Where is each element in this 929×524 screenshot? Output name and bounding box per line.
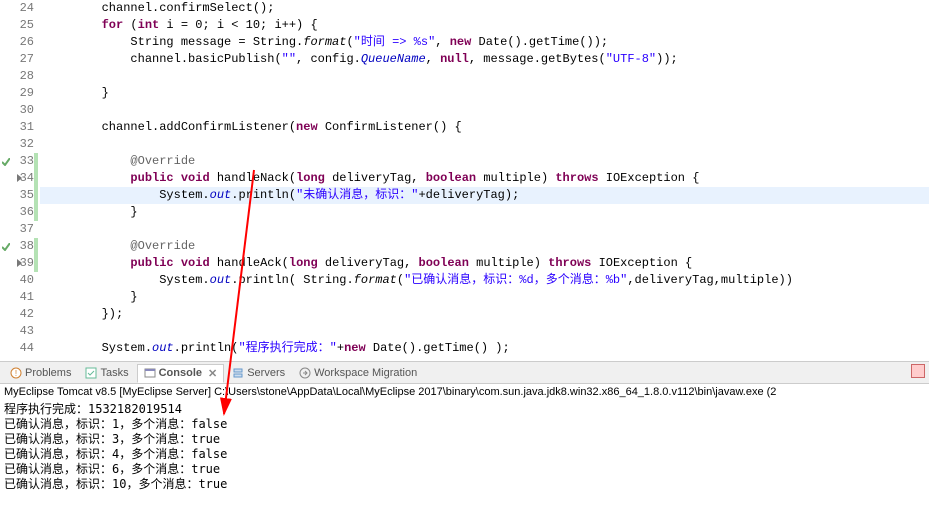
close-icon[interactable]: ✕ xyxy=(208,367,217,380)
line-number: 32 xyxy=(0,136,34,153)
code-line[interactable]: channel.basicPublish("", config.QueueNam… xyxy=(40,51,929,68)
code-line[interactable]: @Override xyxy=(40,153,929,170)
migration-icon xyxy=(299,367,311,379)
tab-label: Workspace Migration xyxy=(314,367,417,379)
code-line[interactable]: channel.addConfirmListener(new ConfirmLi… xyxy=(40,119,929,136)
code-line[interactable]: channel.confirmSelect(); xyxy=(40,0,929,17)
line-number: 44 xyxy=(0,340,34,357)
console-description: MyEclipse Tomcat v8.5 [MyEclipse Server]… xyxy=(0,384,929,400)
tab-label: Console xyxy=(159,367,202,379)
tab-tasks[interactable]: Tasks xyxy=(79,365,134,381)
line-number: 37 xyxy=(0,221,34,238)
line-number: 42 xyxy=(0,306,34,323)
code-line[interactable]: public void handleAck(long deliveryTag, … xyxy=(40,255,929,272)
tab-console[interactable]: Console ✕ xyxy=(137,364,225,383)
line-number: 28 xyxy=(0,68,34,85)
line-number: 30 xyxy=(0,102,34,119)
line-number: 39 xyxy=(0,255,34,272)
servers-icon xyxy=(232,367,244,379)
code-line[interactable]: System.out.println( String.format("已确认消息… xyxy=(40,272,929,289)
code-line[interactable]: @Override xyxy=(40,238,929,255)
svg-text:!: ! xyxy=(15,369,17,378)
code-line[interactable]: String message = String.format("时间 => %s… xyxy=(40,34,929,51)
code-line[interactable]: } xyxy=(40,204,929,221)
line-number: 25 xyxy=(0,17,34,34)
line-number: 41 xyxy=(0,289,34,306)
problems-icon: ! xyxy=(10,367,22,379)
code-line[interactable]: public void handleNack(long deliveryTag,… xyxy=(40,170,929,187)
code-line[interactable]: }); xyxy=(40,306,929,323)
code-line[interactable]: System.out.println("程序执行完成："+new Date().… xyxy=(40,340,929,357)
code-line[interactable]: for (int i = 0; i < 10; i++) { xyxy=(40,17,929,34)
line-number: 40 xyxy=(0,272,34,289)
line-number: 36 xyxy=(0,204,34,221)
code-line[interactable] xyxy=(40,221,929,238)
line-number: 24 xyxy=(0,0,34,17)
tab-label: Servers xyxy=(247,367,285,379)
bottom-tabs: ! Problems Tasks Console ✕ Servers Works… xyxy=(0,362,929,384)
terminate-button[interactable] xyxy=(911,364,925,378)
code-line[interactable] xyxy=(40,68,929,85)
line-number-gutter: 2425262728293031323334353637383940414243… xyxy=(0,0,40,357)
console-output[interactable]: 程序执行完成：1532182019514 已确认消息，标识：1，多个消息：fal… xyxy=(0,400,929,494)
console-icon xyxy=(144,367,156,379)
tab-label: Tasks xyxy=(100,367,128,379)
line-number: 38 xyxy=(0,238,34,255)
code-line[interactable]: } xyxy=(40,289,929,306)
line-number: 29 xyxy=(0,85,34,102)
code-line[interactable] xyxy=(40,102,929,119)
line-number: 27 xyxy=(0,51,34,68)
line-number: 33 xyxy=(0,153,34,170)
line-number: 34 xyxy=(0,170,34,187)
code-line[interactable]: System.out.println("未确认消息，标识："+deliveryT… xyxy=(40,187,929,204)
code-editor[interactable]: 2425262728293031323334353637383940414243… xyxy=(0,0,929,357)
code-line[interactable]: } xyxy=(40,85,929,102)
line-number: 26 xyxy=(0,34,34,51)
code-area[interactable]: channel.confirmSelect(); for (int i = 0;… xyxy=(40,0,929,357)
tasks-icon xyxy=(85,367,97,379)
code-line[interactable] xyxy=(40,136,929,153)
line-number: 31 xyxy=(0,119,34,136)
console-toolbar xyxy=(911,364,925,378)
code-line[interactable] xyxy=(40,323,929,340)
tab-label: Problems xyxy=(25,367,71,379)
tab-problems[interactable]: ! Problems xyxy=(4,365,77,381)
line-number: 43 xyxy=(0,323,34,340)
tab-servers[interactable]: Servers xyxy=(226,365,291,381)
tab-workspace-migration[interactable]: Workspace Migration xyxy=(293,365,423,381)
line-number: 35 xyxy=(0,187,34,204)
